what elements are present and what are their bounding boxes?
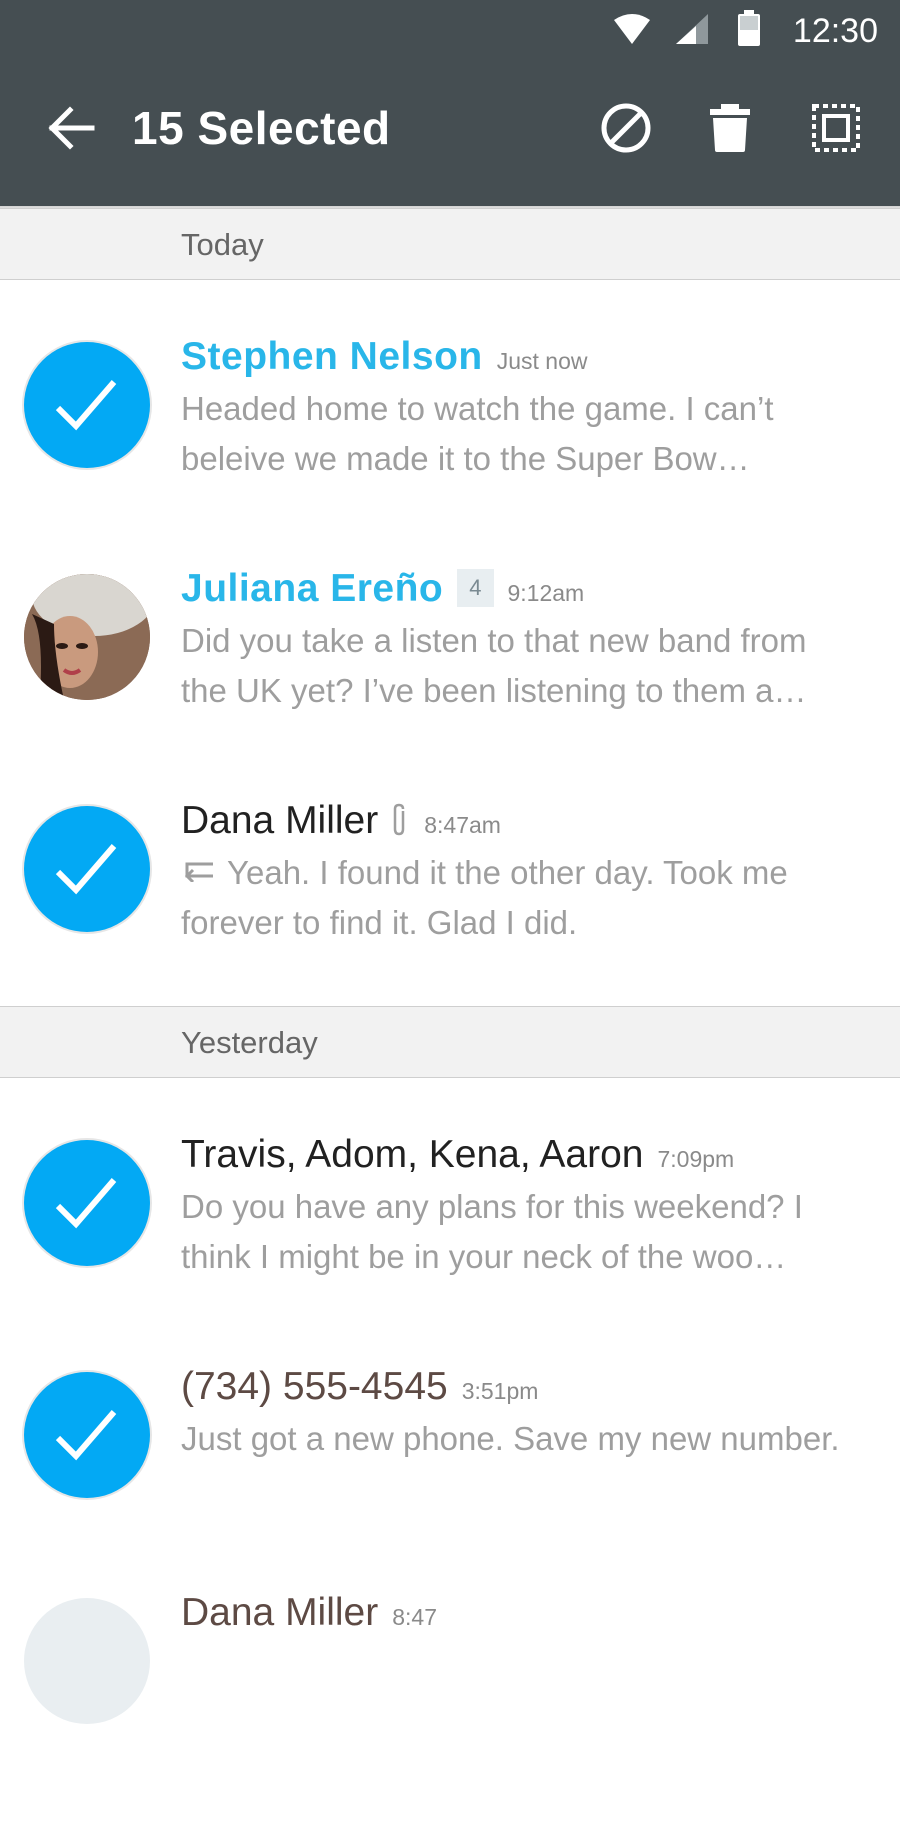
selected-check-circle[interactable] bbox=[24, 342, 150, 468]
message-preview: Just got a new phone. Save my new number… bbox=[181, 1420, 840, 1457]
conversation-header: Juliana Ereño 4 9:12am bbox=[181, 566, 584, 613]
check-icon bbox=[55, 1178, 117, 1229]
attachment-icon bbox=[393, 803, 405, 836]
avatar[interactable] bbox=[24, 1598, 150, 1724]
timestamp: 3:51pm bbox=[461, 1378, 539, 1404]
selected-check-circle[interactable] bbox=[24, 1140, 150, 1266]
signal-icon bbox=[676, 14, 708, 44]
contact-name: (734) 555-4545 bbox=[181, 1365, 448, 1408]
wifi-icon bbox=[614, 14, 650, 44]
select-all-icon[interactable] bbox=[806, 98, 866, 158]
message-preview-text: Yeah. I found it the other day. Took me … bbox=[181, 854, 788, 941]
section-header-today: Today bbox=[0, 208, 900, 280]
conversation-row[interactable]: Travis, Adom, Kena, Aaron 7:09pm Do you … bbox=[0, 1133, 900, 1372]
contact-name: Dana Miller bbox=[181, 1591, 379, 1634]
clock: 12:30 bbox=[792, 12, 878, 50]
section-label: Today bbox=[181, 227, 264, 262]
timestamp: 8:47 bbox=[392, 1604, 437, 1630]
section-label: Yesterday bbox=[181, 1025, 318, 1060]
timestamp: 9:12am bbox=[507, 580, 585, 606]
contact-name: Dana Miller bbox=[181, 799, 379, 842]
conversation-row[interactable]: (734) 555-4545 3:51pm Just got a new pho… bbox=[0, 1365, 900, 1604]
check-icon bbox=[55, 1410, 117, 1461]
timestamp: 7:09pm bbox=[657, 1146, 735, 1172]
conversation-row[interactable]: Stephen Nelson Just now Headed home to w… bbox=[0, 335, 900, 574]
toolbar: 15 Selected bbox=[0, 62, 900, 206]
avatar[interactable] bbox=[24, 574, 150, 700]
unread-count-badge: 4 bbox=[457, 569, 494, 607]
contact-name: Stephen Nelson bbox=[181, 335, 483, 378]
conversation-header: (734) 555-4545 3:51pm bbox=[181, 1364, 538, 1410]
message-preview: Headed home to watch the game. I can’t b… bbox=[181, 390, 774, 477]
selected-check-circle[interactable] bbox=[24, 806, 150, 932]
check-icon bbox=[55, 380, 117, 431]
timestamp: 8:47am bbox=[424, 812, 501, 838]
conversation-header: Travis, Adom, Kena, Aaron 7:09pm bbox=[181, 1132, 734, 1178]
message-preview: Do you have any plans for this weekend? … bbox=[181, 1188, 803, 1275]
contact-name: Travis, Adom, Kena, Aaron bbox=[181, 1133, 644, 1176]
selected-check-circle[interactable] bbox=[24, 1372, 150, 1498]
message-preview: Did you take a listen to that new band f… bbox=[181, 622, 807, 709]
avatar-photo bbox=[24, 574, 150, 700]
selection-count-title: 15 Selected bbox=[132, 102, 391, 154]
conversation-row[interactable]: Juliana Ereño 4 9:12am Did you take a li… bbox=[0, 567, 900, 806]
block-icon[interactable] bbox=[596, 98, 656, 158]
status-bar: 12:30 bbox=[0, 0, 900, 62]
conversation-header: Dana Miller 8:47 bbox=[181, 1590, 437, 1636]
conversation-header: Stephen Nelson Just now bbox=[181, 334, 587, 380]
timestamp: Just now bbox=[496, 348, 588, 374]
battery-icon bbox=[738, 10, 760, 46]
conversation-header: Dana Miller 8:47am bbox=[181, 798, 501, 844]
check-icon bbox=[55, 844, 117, 895]
back-arrow-icon[interactable] bbox=[40, 100, 100, 156]
conversation-row[interactable]: Dana Miller 8:47 bbox=[0, 1591, 900, 1830]
contact-name: Juliana Ereño bbox=[181, 567, 444, 610]
trash-icon[interactable] bbox=[700, 98, 760, 158]
reply-icon bbox=[184, 862, 213, 883]
message-preview: Yeah. I found it the other day. Took me … bbox=[181, 848, 861, 948]
conversation-row[interactable]: Dana Miller 8:47am Yeah. I found it the … bbox=[0, 799, 900, 1038]
app-bar: 12:30 15 Selected bbox=[0, 0, 900, 206]
section-header-yesterday: Yesterday bbox=[0, 1006, 900, 1078]
